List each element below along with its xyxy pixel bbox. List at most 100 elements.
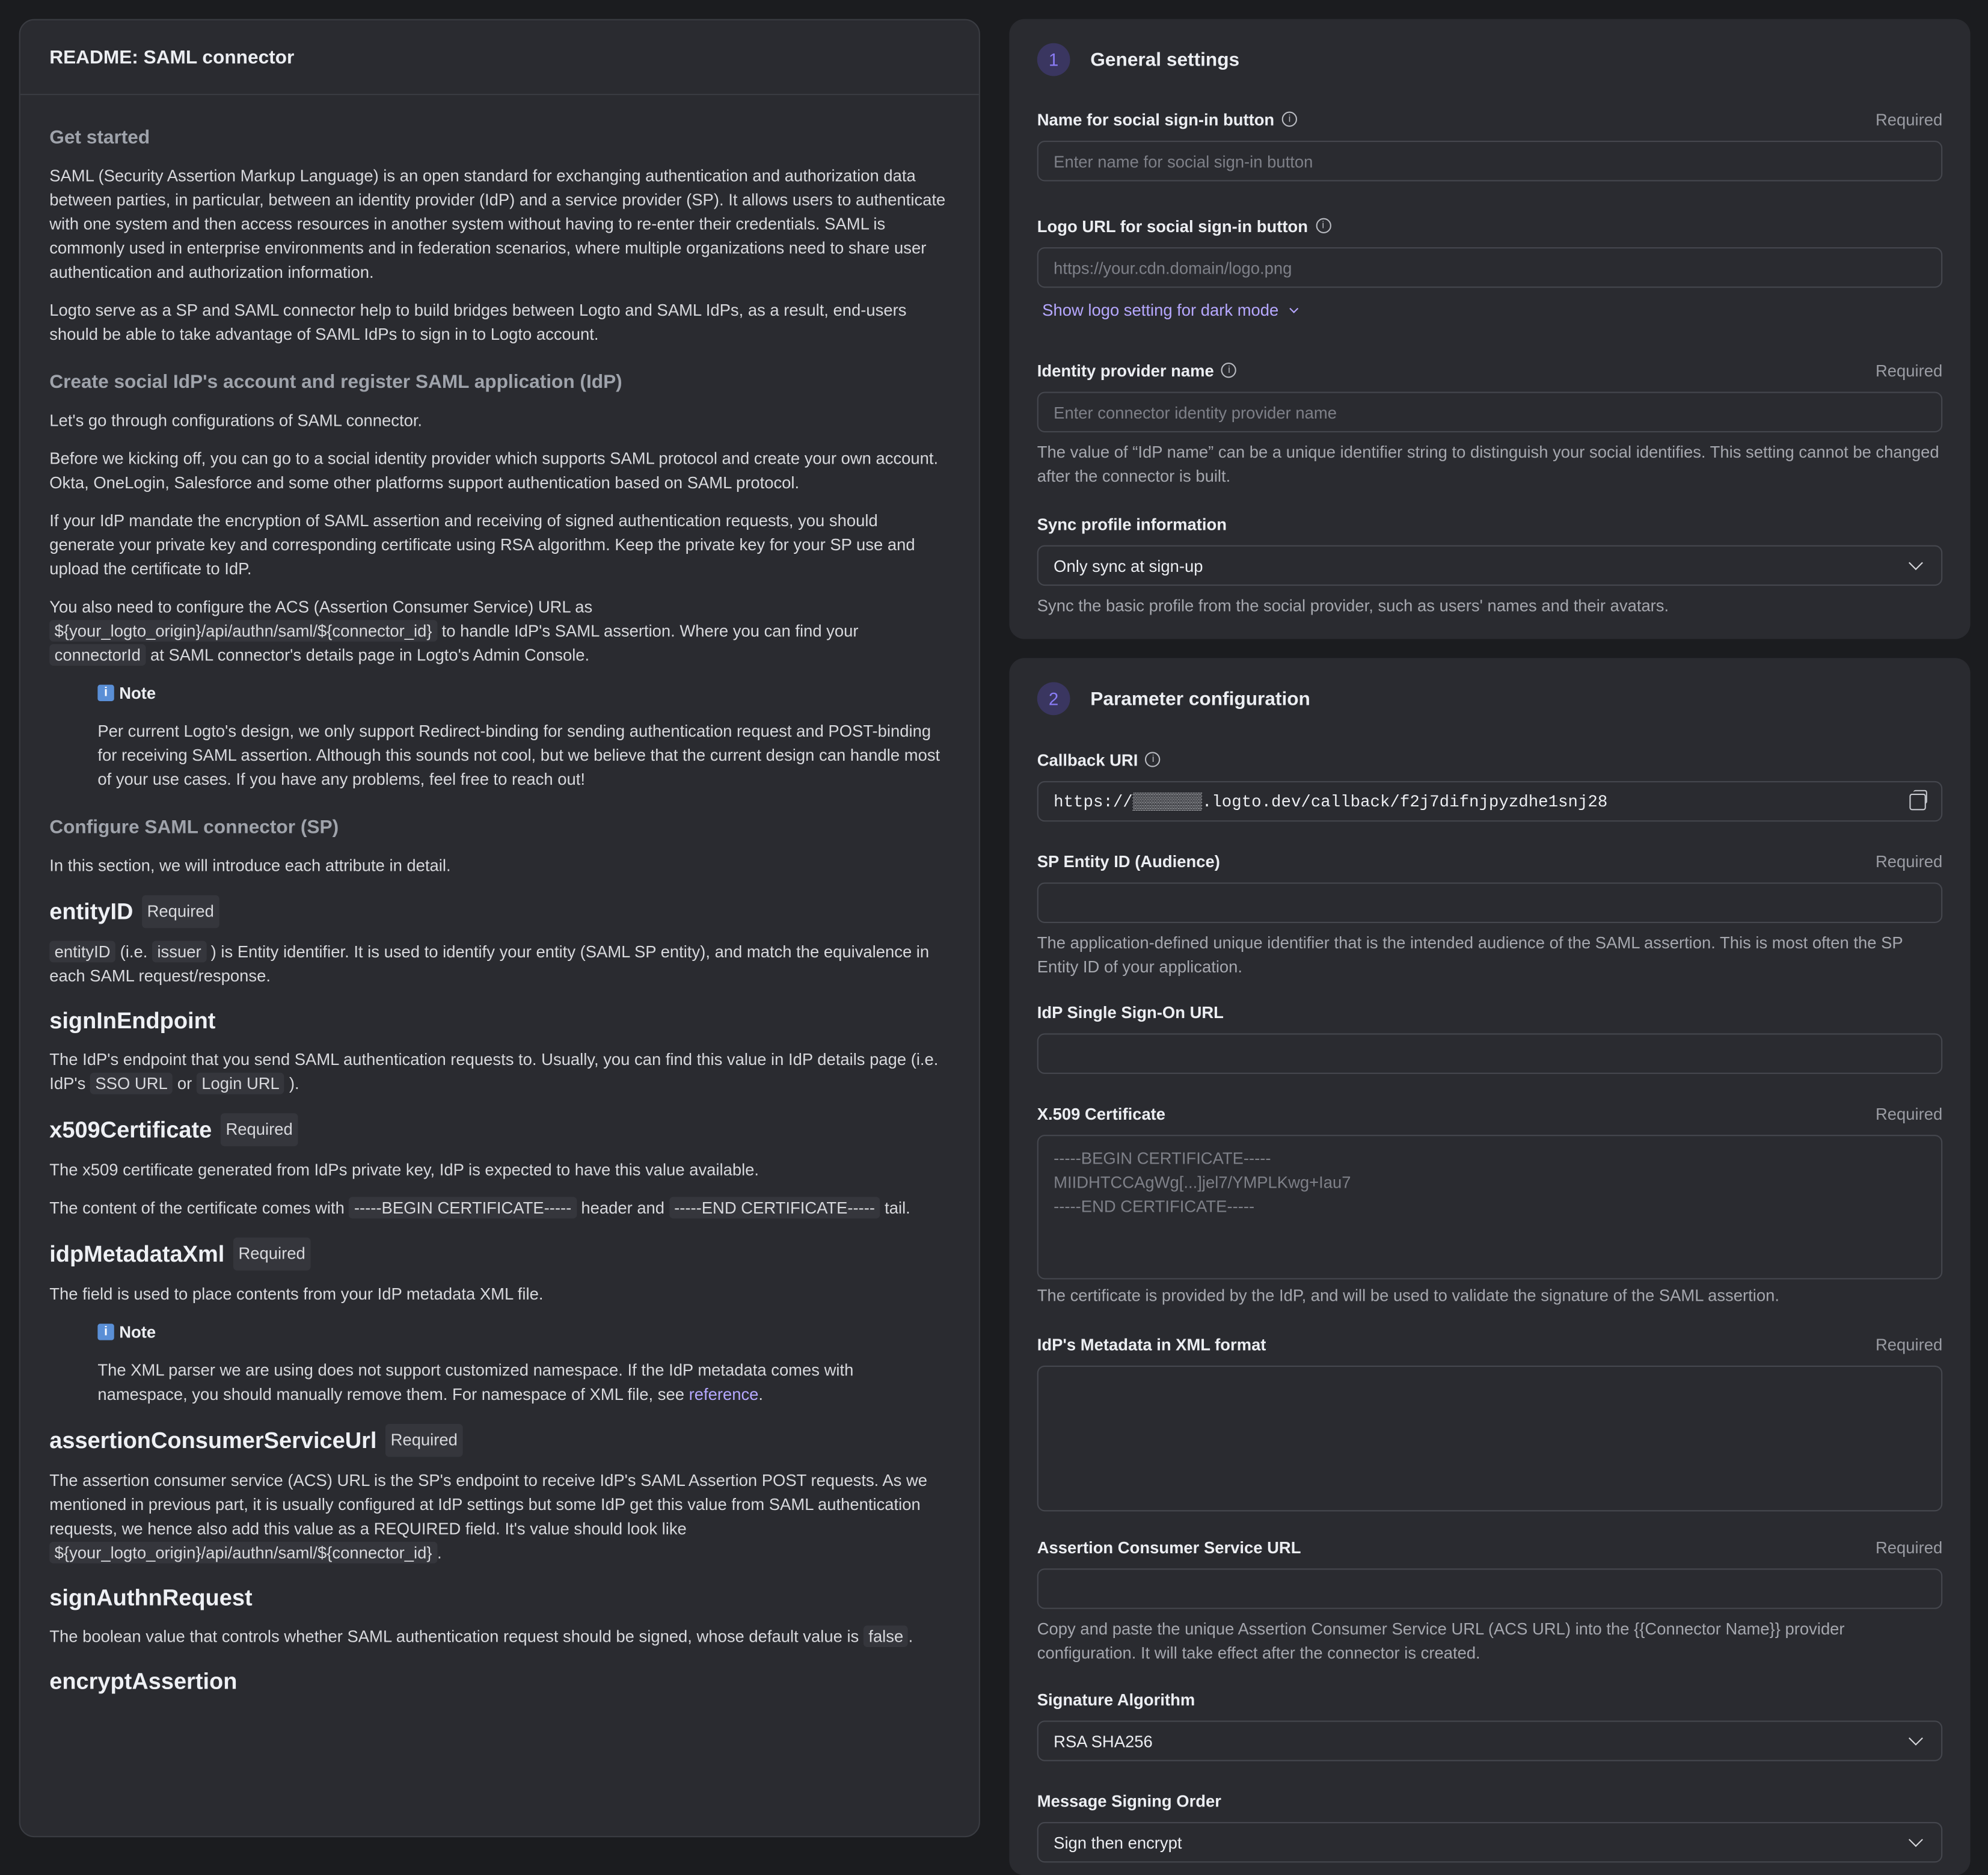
certificate-field: X.509 Certificate Required -----BEGIN CE…: [1037, 1102, 1943, 1307]
step-number: 2: [1037, 682, 1070, 716]
text: ).: [289, 1073, 299, 1093]
placeholder-line: -----END CERTIFICATE-----: [1054, 1197, 1255, 1217]
required-label: Required: [1875, 109, 1943, 129]
label-text: Name for social sign-in button: [1037, 109, 1275, 129]
field-label: Sync profile information: [1037, 512, 1942, 535]
readme-paragraph: The x509 certificate generated from IdPs…: [49, 1160, 759, 1179]
info-icon[interactable]: i: [1221, 363, 1237, 378]
get-started-heading: Get started: [49, 126, 150, 149]
field-label: IdP Single Sign-On URL: [1037, 1001, 1942, 1023]
inline-code: issuer: [152, 941, 207, 963]
signature-algorithm-select[interactable]: RSA SHA256: [1037, 1720, 1943, 1761]
required-label: Required: [1875, 851, 1943, 871]
parameter-configuration-card: 2 Parameter configuration Callback URI i …: [1009, 658, 1971, 1875]
card-header: 1 General settings: [1037, 43, 1239, 76]
inline-code: ${your_logto_origin}/api/authn/saml/${co…: [49, 1541, 437, 1564]
field-label: Identity provider name i Required: [1037, 359, 1942, 382]
inline-code: connectorId: [49, 644, 146, 666]
signing-order-select[interactable]: Sign then encrypt: [1037, 1821, 1943, 1863]
placeholder-line: MIIDHTCCAgWg[...]jel7/YMPLKwg+Iau7: [1054, 1173, 1351, 1192]
label-text: Signature Algorithm: [1037, 1689, 1195, 1709]
metadata-xml-textarea[interactable]: [1037, 1365, 1943, 1512]
attr-heading-signinendpoint: signInEndpoint: [49, 1005, 946, 1036]
card-title: Parameter configuration: [1090, 687, 1310, 710]
readme-paragraph: You also need to configure the ACS (Asse…: [49, 595, 946, 667]
callback-uri-input[interactable]: https://▒▒▒▒▒▒▒.logto.dev/callback/f2j7d…: [1037, 781, 1943, 822]
readme-paragraph: entityID (i.e. issuer ) is Entity identi…: [49, 939, 946, 987]
readme-title: README: SAML connector: [20, 20, 979, 96]
readme-paragraph: Let's go through configurations of SAML …: [49, 411, 423, 430]
name-field: Name for social sign-in button i Required…: [1037, 108, 1943, 182]
readme-paragraph: The IdP's endpoint that you send SAML au…: [49, 1048, 946, 1096]
callback-uri-field: Callback URI i https://▒▒▒▒▒▒▒.logto.dev/…: [1037, 748, 1943, 822]
field-label: Signature Algorithm: [1037, 1687, 1942, 1710]
chevron-down-icon: [1909, 1832, 1923, 1847]
label-text: IdP Single Sign-On URL: [1037, 1002, 1224, 1022]
info-icon: i: [97, 684, 114, 702]
note-text: Per current Logto's design, we only supp…: [97, 721, 940, 789]
sync-profile-select[interactable]: Only sync at sign-up: [1037, 545, 1943, 586]
acs-url-input[interactable]: [1037, 1568, 1943, 1609]
step-number: 1: [1037, 43, 1070, 76]
label-text: Sync profile information: [1037, 514, 1227, 533]
label-text: X.509 Certificate: [1037, 1103, 1166, 1123]
note-block: i Note The XML parser we are using does n…: [97, 1320, 946, 1406]
inline-code: -----END CERTIFICATE-----: [669, 1197, 880, 1219]
card-header: 2 Parameter configuration: [1037, 682, 1310, 716]
logo-url-input[interactable]: https://your.cdn.domain/logo.png: [1037, 247, 1943, 288]
field-label: X.509 Certificate Required: [1037, 1102, 1942, 1125]
inline-code: entityID: [49, 941, 116, 963]
attr-name: assertionConsumerServiceUrl: [49, 1428, 377, 1453]
attr-heading-encryptassertion: encryptAssertion: [49, 1666, 946, 1697]
inline-code: SSO URL: [90, 1072, 173, 1094]
signature-algorithm-field: Signature Algorithm RSA SHA256: [1037, 1687, 1943, 1761]
text: to handle IdP's SAML assertion. Where yo…: [441, 621, 859, 640]
inline-code: false: [863, 1625, 909, 1647]
readme-panel[interactable]: README: SAML connector Get started SAML …: [19, 19, 980, 1838]
readme-paragraph: The field is used to place contents from…: [49, 1284, 544, 1304]
required-tag: Required: [385, 1423, 463, 1457]
idp-name-input[interactable]: Enter connector identity provider name: [1037, 391, 1943, 432]
required-tag: Required: [233, 1237, 311, 1271]
select-value: Sign then encrypt: [1054, 1832, 1182, 1852]
readme-paragraph: The boolean value that controls whether …: [49, 1624, 946, 1648]
sso-url-field: IdP Single Sign-On URL: [1037, 1001, 1943, 1074]
dark-mode-logo-toggle[interactable]: Show logo setting for dark mode: [1037, 301, 1942, 319]
social-button-name-input[interactable]: Enter name for social sign-in button: [1037, 141, 1943, 182]
note-title: i Note: [97, 681, 946, 705]
reference-link[interactable]: reference: [689, 1384, 759, 1404]
certificate-textarea[interactable]: -----BEGIN CERTIFICATE----- MIIDHTCCAgWg…: [1037, 1135, 1943, 1280]
field-label: Assertion Consumer Service URL Required: [1037, 1535, 1942, 1558]
label-text: SP Entity ID (Audience): [1037, 851, 1220, 871]
field-hint: The certificate is provided by the IdP, …: [1037, 1286, 1779, 1305]
sp-entity-field: SP Entity ID (Audience) Required The app…: [1037, 850, 1943, 979]
field-hint: Sync the basic profile from the social p…: [1037, 595, 1669, 615]
attr-heading-x509: x509Certificate Required: [49, 1113, 946, 1147]
idp-sso-url-input[interactable]: [1037, 1033, 1943, 1074]
text: tail.: [885, 1198, 910, 1218]
readme-paragraph: Logto serve as a SP and SAML connector h…: [49, 300, 907, 344]
info-icon[interactable]: i: [1145, 752, 1161, 767]
attr-name: entityID: [49, 898, 133, 925]
note-block: i Note Per current Logto's design, we onl…: [97, 681, 946, 791]
required-tag: Required: [221, 1113, 298, 1147]
callback-uri-value: https://▒▒▒▒▒▒▒.logto.dev/callback/f2j7d…: [1054, 791, 1608, 811]
sp-entity-id-input[interactable]: [1037, 882, 1943, 923]
chevron-down-icon: [1909, 1731, 1923, 1746]
field-label: IdP's Metadata in XML format Required: [1037, 1333, 1942, 1355]
text: The boolean value that controls whether …: [49, 1627, 859, 1646]
label-text: Logo URL for social sign-in button: [1037, 216, 1308, 236]
create-account-heading: Create social IdP's account and register…: [49, 371, 622, 393]
note-title: i Note: [97, 1320, 946, 1344]
sync-profile-field: Sync profile information Only sync at si…: [1037, 512, 1943, 618]
readme-paragraph: If your IdP mandate the encryption of SA…: [49, 511, 915, 578]
field-label: Logo URL for social sign-in button i: [1037, 214, 1942, 237]
copy-icon[interactable]: [1909, 789, 1927, 810]
required-label: Required: [1875, 360, 1943, 380]
field-hint: The value of “IdP name” can be a unique …: [1037, 442, 1939, 486]
info-icon[interactable]: i: [1281, 111, 1298, 127]
info-icon[interactable]: i: [1315, 218, 1331, 233]
note-label: Note: [119, 683, 156, 703]
note-label: Note: [119, 1322, 156, 1342]
attr-name: x509Certificate: [49, 1117, 212, 1143]
